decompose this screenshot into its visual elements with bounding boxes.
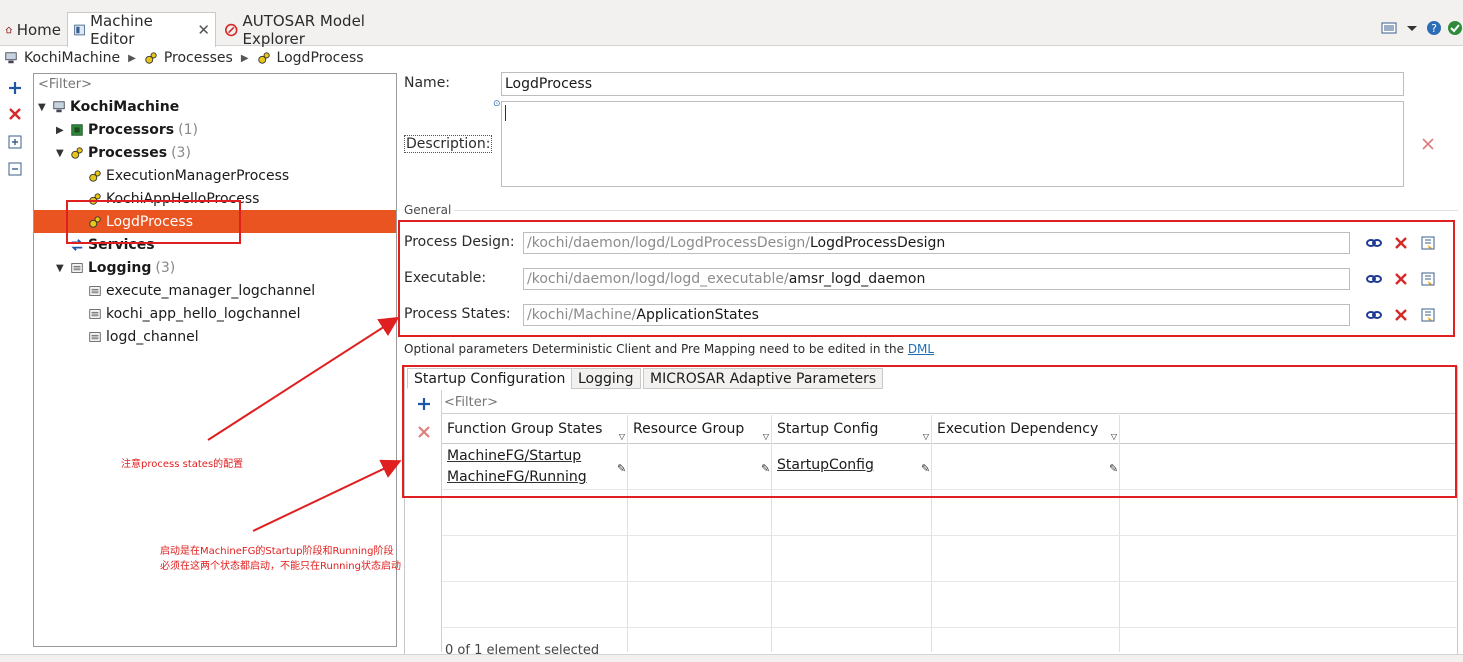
- tab-autosar-model-explorer[interactable]: AUTOSAR Model Explorer: [219, 12, 419, 48]
- check-icon[interactable]: [1447, 20, 1463, 36]
- tree-node-execute-manager-logchannel[interactable]: execute_manager_logchannel: [88, 280, 315, 302]
- optional-params-note: Optional parameters Deterministic Client…: [404, 342, 934, 356]
- chevron-right-icon[interactable]: ▶: [56, 125, 66, 136]
- tab-machine-editor-label: Machine Editor: [90, 12, 153, 48]
- log-icon: [89, 286, 101, 296]
- description-field[interactable]: [501, 101, 1404, 187]
- annotation-note-line: 必须在这两个状态都启动，不能只在Running状态启动: [160, 561, 401, 572]
- text-cursor: [505, 105, 506, 121]
- delete-icon[interactable]: [7, 106, 23, 122]
- tree-node-processors[interactable]: ▶ Processors (1): [56, 119, 198, 141]
- help-icon[interactable]: ?: [1426, 20, 1442, 36]
- close-icon[interactable]: ✕: [197, 21, 210, 39]
- tree-node-count: (1): [178, 122, 198, 138]
- chevron-down-icon[interactable]: [1404, 20, 1420, 36]
- process-icon: [71, 147, 83, 159]
- collapse-all-icon[interactable]: [7, 161, 23, 177]
- machine-icon: [53, 101, 65, 113]
- tree-filter-input[interactable]: [36, 75, 394, 94]
- optional-params-text: Optional parameters Deterministic Client…: [404, 342, 908, 356]
- log-icon: [71, 263, 83, 273]
- breadcrumb-separator-icon: ▶: [128, 52, 136, 64]
- annotation-note-process-states: 注意process states的配置: [121, 459, 244, 470]
- annotation-box-general: [398, 220, 1455, 337]
- editor-tab-bar: Home Machine Editor ✕ AUTOSAR Model Expl…: [0, 0, 1463, 48]
- process-icon: [145, 52, 157, 64]
- tree-node-label: kochi_app_hello_logchannel: [106, 306, 301, 322]
- processor-icon: [71, 124, 83, 136]
- dml-link[interactable]: DML: [908, 342, 934, 356]
- tab-home-label: Home: [16, 21, 61, 39]
- info-icon: ⊙: [493, 99, 501, 109]
- name-field[interactable]: LogdProcess: [501, 72, 1404, 96]
- autosar-icon: [224, 23, 238, 37]
- log-icon: [89, 332, 101, 342]
- chevron-down-icon[interactable]: ▼: [56, 148, 66, 159]
- tree-node-logd-channel[interactable]: logd_channel: [88, 326, 199, 348]
- status-bar: [0, 654, 1463, 662]
- general-section-label: General: [404, 203, 452, 217]
- view-menu-icon[interactable]: [1381, 20, 1397, 36]
- name-value: LogdProcess: [505, 76, 593, 92]
- breadcrumb-item-logdprocess[interactable]: LogdProcess: [277, 50, 364, 66]
- tree-node-label: Processes: [88, 145, 168, 161]
- chevron-down-icon[interactable]: ▼: [38, 102, 48, 113]
- tree-node-kochimachine[interactable]: ▼ KochiMachine: [38, 96, 179, 118]
- tree-node-label: Processors: [88, 122, 175, 138]
- tree-node-label: execute_manager_logchannel: [106, 283, 316, 299]
- row-divider: [442, 581, 1458, 582]
- home-icon: [5, 26, 13, 34]
- svg-text:?: ?: [1431, 22, 1437, 35]
- tree-node-executionmanagerprocess[interactable]: ExecutionManagerProcess: [88, 165, 289, 187]
- annotation-box-startup-config: [402, 365, 1457, 498]
- process-icon: [89, 170, 101, 182]
- row-divider: [442, 627, 1458, 628]
- annotation-box-logdprocess: [66, 200, 241, 244]
- tree-node-count: (3): [155, 260, 176, 276]
- description-label[interactable]: Description:: [404, 135, 493, 153]
- tab-autosar-label: AUTOSAR Model Explorer: [242, 12, 365, 48]
- tree-node-kochi-app-hello-logchannel[interactable]: kochi_app_hello_logchannel: [88, 303, 301, 325]
- annotation-note-line: 启动是在MachineFG的Startup阶段和Running阶段: [160, 546, 394, 557]
- log-icon: [89, 309, 101, 319]
- name-label: Name:: [404, 75, 451, 91]
- editor-icon: [74, 24, 85, 36]
- tab-machine-editor[interactable]: Machine Editor ✕: [67, 12, 216, 48]
- breadcrumb-separator-icon: ▶: [240, 52, 249, 64]
- tree-node-label: ExecutionManagerProcess: [106, 168, 290, 184]
- tree-node-label: KochiMachine: [70, 99, 180, 115]
- add-icon[interactable]: [7, 80, 23, 96]
- machine-icon: [5, 52, 17, 64]
- tree-node-logging[interactable]: ▼ Logging (3): [56, 257, 175, 279]
- chevron-down-icon[interactable]: ▼: [56, 263, 66, 274]
- tree-node-label: Logging: [88, 260, 152, 276]
- breadcrumb-item-processes[interactable]: Processes: [164, 50, 233, 66]
- tree-node-processes[interactable]: ▼ Processes (3): [56, 142, 191, 164]
- row-divider: [442, 535, 1458, 536]
- tree-node-count: (3): [171, 145, 191, 161]
- tree-node-label: logd_channel: [106, 329, 199, 345]
- general-divider: [454, 210, 1458, 211]
- expand-all-icon[interactable]: [7, 134, 23, 150]
- breadcrumb-item-machine[interactable]: KochiMachine: [24, 50, 120, 66]
- clear-description-icon[interactable]: [1419, 136, 1437, 152]
- process-icon: [257, 52, 270, 64]
- breadcrumb: KochiMachine ▶ Processes ▶ LogdProcess: [0, 47, 1463, 69]
- table-status: 0 of 1 element selected: [445, 643, 600, 654]
- tab-home[interactable]: Home: [0, 14, 66, 46]
- annotation-note-startup: 启动是在MachineFG的Startup阶段和Running阶段 必须在这两个…: [160, 544, 401, 574]
